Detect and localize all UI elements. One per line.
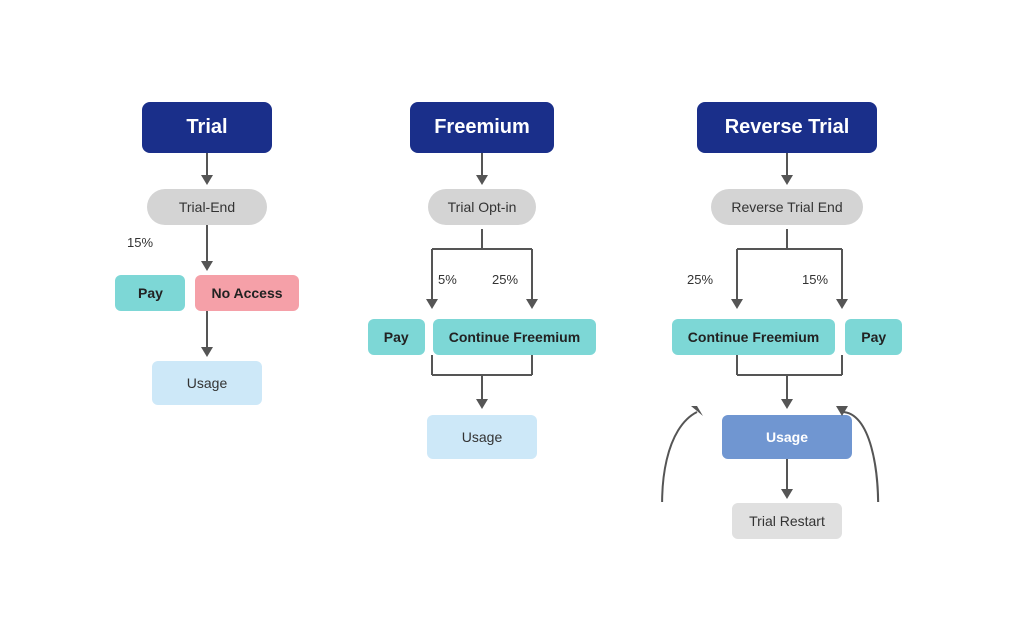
arrow-1 xyxy=(197,153,217,189)
trial-pay-box: Pay xyxy=(115,275,185,311)
freemium-branch-svg: 5% 25% xyxy=(382,229,582,319)
freemium-usage-box: Usage xyxy=(427,415,537,459)
trial-title: Trial xyxy=(142,102,272,153)
svg-text:25%: 25% xyxy=(492,272,518,287)
reverse-pay-box: Pay xyxy=(845,319,902,355)
reverse-merge-svg xyxy=(667,355,907,415)
freemium-optin-box: Trial Opt-in xyxy=(428,189,537,225)
trial-pct-label: 15% xyxy=(127,235,153,250)
svg-text:25%: 25% xyxy=(687,272,713,287)
trial-usage-box: Usage xyxy=(152,361,262,405)
diagram-container: Trial Trial-End 15% Pay No Access Usag xyxy=(0,82,1024,559)
trial-noaccess-box: No Access xyxy=(195,275,298,311)
reverse-branch-svg: 25% 15% xyxy=(667,229,907,319)
svg-text:15%: 15% xyxy=(802,272,828,287)
freemium-continue-box: Continue Freemium xyxy=(433,319,596,355)
reverse-continue-pay-row: Continue Freemium Pay xyxy=(672,319,902,355)
freemium-column: Freemium Trial Opt-in 5% 25% xyxy=(367,102,597,459)
trial-column: Trial Trial-End 15% Pay No Access Usag xyxy=(107,102,307,405)
freemium-title: Freemium xyxy=(410,102,554,153)
reverse-end-box: Reverse Trial End xyxy=(711,189,862,225)
arrow-2 xyxy=(197,225,217,275)
reverse-continue-box: Continue Freemium xyxy=(672,319,835,355)
freemium-arrow-1 xyxy=(472,153,492,189)
reverse-arrow-1 xyxy=(777,153,797,189)
freemium-pay-continue-row: Pay Continue Freemium xyxy=(368,319,596,355)
svg-text:5%: 5% xyxy=(438,272,457,287)
freemium-pay-box: Pay xyxy=(368,319,425,355)
reverse-arrow-3 xyxy=(777,459,797,503)
reverse-restart-box: Trial Restart xyxy=(732,503,842,539)
reverse-column: Reverse Trial Reverse Trial End 25% 15% xyxy=(657,102,917,539)
arrow-3 xyxy=(197,311,217,361)
trial-end-box: Trial-End xyxy=(147,189,267,225)
reverse-usage-box: Usage xyxy=(722,415,852,459)
freemium-merge-svg xyxy=(382,355,582,415)
pay-noaccess-row: Pay No Access xyxy=(115,275,298,311)
reverse-title: Reverse Trial xyxy=(697,102,877,153)
